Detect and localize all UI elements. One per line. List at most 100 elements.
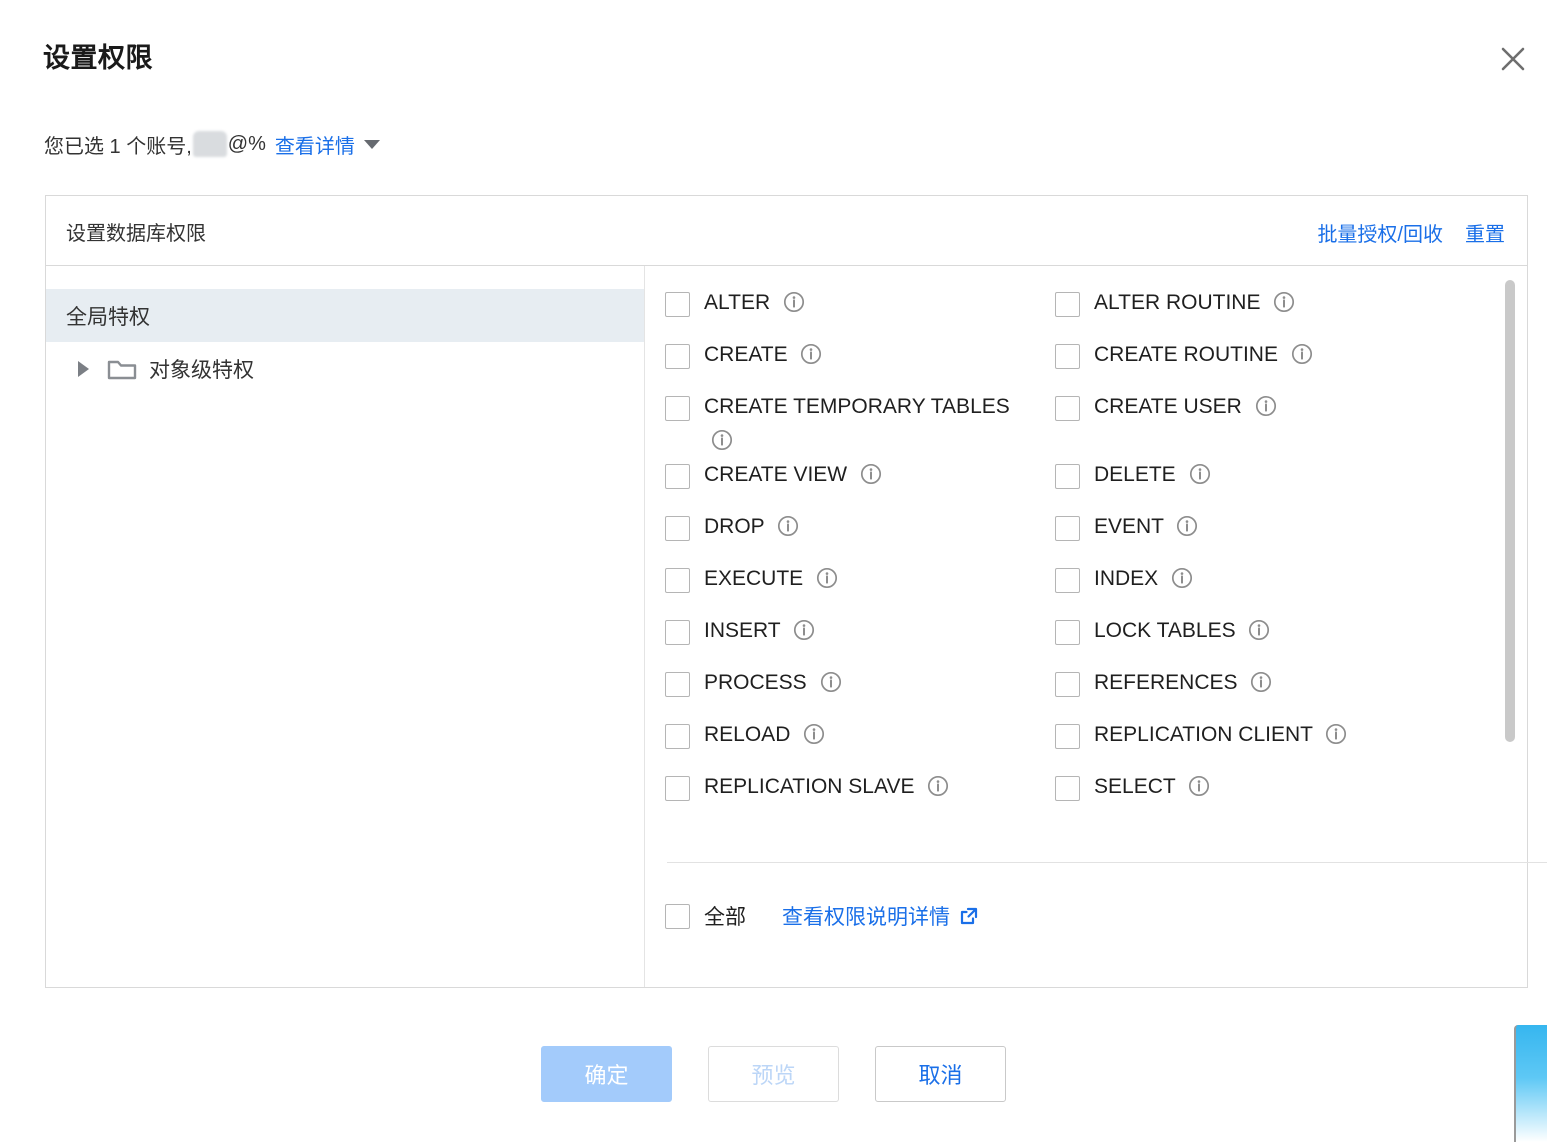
privilege-checkbox[interactable] bbox=[665, 724, 690, 749]
privilege-item[interactable]: EVENT bbox=[1055, 510, 1527, 562]
info-icon bbox=[860, 463, 882, 485]
panel-header: 设置数据库权限 批量授权/回收 重置 bbox=[46, 196, 1527, 266]
privilege-checkbox[interactable] bbox=[1055, 516, 1080, 541]
batch-grant-revoke-link[interactable]: 批量授权/回收 bbox=[1317, 218, 1443, 247]
info-icon bbox=[794, 619, 815, 641]
info-icon bbox=[1177, 515, 1198, 537]
privilege-checkbox[interactable] bbox=[1055, 292, 1080, 317]
privilege-label: PROCESS bbox=[704, 666, 842, 700]
privilege-checkbox[interactable] bbox=[1055, 396, 1080, 421]
privilege-checkbox[interactable] bbox=[665, 464, 690, 489]
privilege-label: EXECUTE bbox=[704, 562, 838, 596]
chevron-right-icon[interactable] bbox=[78, 360, 89, 377]
info-icon bbox=[711, 429, 733, 451]
privilege-checkbox[interactable] bbox=[665, 620, 690, 645]
privilege-checkbox[interactable] bbox=[665, 292, 690, 317]
privilege-item[interactable]: REPLICATION CLIENT bbox=[1055, 718, 1527, 770]
privilege-checkbox[interactable] bbox=[1055, 672, 1080, 697]
set-permissions-dialog: 设置权限 您已选 1 个账号, @% 查看详情 设置数据库权限 批量授权/回收 … bbox=[0, 0, 1547, 1142]
privilege-checkbox[interactable] bbox=[665, 776, 690, 801]
privilege-tree: 全局特权 对象级特权 bbox=[46, 266, 645, 987]
selected-account-summary: 您已选 1 个账号, @% 查看详情 bbox=[44, 128, 380, 160]
privilege-item[interactable]: CREATE VIEW bbox=[665, 458, 1055, 510]
privilege-grid: ALTER ALTER ROUTINE CREATE CREATE ROUTIN… bbox=[645, 286, 1527, 822]
privilege-label: DROP bbox=[704, 510, 799, 544]
info-icon bbox=[1189, 463, 1210, 485]
privilege-item[interactable]: ALTER ROUTINE bbox=[1055, 286, 1527, 338]
privilege-item[interactable]: CREATE USER bbox=[1055, 390, 1527, 458]
view-details-link[interactable]: 查看详情 bbox=[275, 130, 355, 159]
privilege-checkbox[interactable] bbox=[1055, 776, 1080, 801]
privilege-item[interactable]: CREATE ROUTINE bbox=[1055, 338, 1527, 390]
close-icon[interactable] bbox=[1496, 42, 1530, 76]
privilege-scroll-area[interactable]: ALTER ALTER ROUTINE CREATE CREATE ROUTIN… bbox=[645, 266, 1527, 838]
info-icon bbox=[1255, 395, 1276, 417]
info-icon bbox=[1251, 671, 1272, 693]
privilege-checkbox[interactable] bbox=[1055, 464, 1080, 489]
privilege-item[interactable]: INDEX bbox=[1055, 562, 1527, 614]
privilege-item[interactable]: ALTER bbox=[665, 286, 1055, 338]
privilege-item[interactable]: PROCESS bbox=[665, 666, 1055, 718]
info-icon bbox=[820, 671, 841, 693]
privilege-item[interactable]: REFERENCES bbox=[1055, 666, 1527, 718]
privilege-label: CREATE TEMPORARY TABLES bbox=[704, 390, 1034, 458]
select-all-checkbox[interactable] bbox=[665, 903, 690, 929]
chevron-down-icon[interactable] bbox=[363, 139, 380, 149]
privilege-list-scrollbar[interactable] bbox=[1505, 280, 1515, 840]
privilege-item[interactable]: CREATE bbox=[665, 338, 1055, 390]
privilege-checkbox[interactable] bbox=[665, 516, 690, 541]
privilege-checkbox[interactable] bbox=[665, 344, 690, 369]
info-icon bbox=[778, 515, 799, 537]
edge-floating-widget[interactable] bbox=[1514, 1025, 1547, 1142]
privilege-item[interactable]: DELETE bbox=[1055, 458, 1527, 510]
scrollbar-thumb[interactable] bbox=[1505, 280, 1515, 742]
info-icon bbox=[1189, 775, 1210, 797]
privilege-label: CREATE ROUTINE bbox=[1094, 338, 1313, 372]
privilege-item[interactable]: RELOAD bbox=[665, 718, 1055, 770]
info-icon bbox=[1274, 291, 1295, 313]
privilege-item[interactable]: LOCK TABLES bbox=[1055, 614, 1527, 666]
panel-body: 全局特权 对象级特权 ALTER ALTER ROUTINE CREATE CR… bbox=[46, 266, 1547, 987]
info-icon bbox=[928, 775, 949, 797]
privilege-item[interactable]: EXECUTE bbox=[665, 562, 1055, 614]
info-icon bbox=[1291, 343, 1312, 365]
privilege-checkbox[interactable] bbox=[1055, 568, 1080, 593]
confirm-button[interactable]: 确定 bbox=[541, 1046, 672, 1102]
external-link-icon bbox=[960, 907, 978, 925]
sidebar-item-object-privileges[interactable]: 对象级特权 bbox=[46, 342, 644, 395]
cancel-button[interactable]: 取消 bbox=[875, 1046, 1006, 1102]
privilege-label: LOCK TABLES bbox=[1094, 614, 1270, 648]
privilege-item[interactable]: DROP bbox=[665, 510, 1055, 562]
privilege-checkbox[interactable] bbox=[665, 568, 690, 593]
privilege-checkbox[interactable] bbox=[1055, 724, 1080, 749]
privilege-checkbox[interactable] bbox=[1055, 620, 1080, 645]
button-label: 取消 bbox=[918, 1063, 963, 1088]
privilege-checkbox[interactable] bbox=[665, 672, 690, 697]
info-icon bbox=[1326, 723, 1347, 745]
preview-button[interactable]: 预览 bbox=[708, 1046, 839, 1102]
privilege-item[interactable]: CREATE TEMPORARY TABLES bbox=[665, 390, 1055, 458]
account-host-suffix: @% bbox=[227, 132, 266, 155]
reset-link[interactable]: 重置 bbox=[1465, 218, 1505, 247]
panel-header-actions: 批量授权/回收 重置 bbox=[1317, 218, 1505, 247]
privilege-item[interactable]: REPLICATION SLAVE bbox=[665, 770, 1055, 822]
privilege-label: REPLICATION CLIENT bbox=[1094, 718, 1347, 752]
privilege-doc-link-label: 查看权限说明详情 bbox=[782, 906, 950, 929]
page-title: 设置权限 bbox=[43, 43, 153, 73]
sidebar-item-global-privileges[interactable]: 全局特权 bbox=[46, 289, 644, 342]
privilege-label: EVENT bbox=[1094, 510, 1198, 544]
privilege-item[interactable]: INSERT bbox=[665, 614, 1055, 666]
privilege-item[interactable]: SELECT bbox=[1055, 770, 1527, 822]
privilege-label: ALTER ROUTINE bbox=[1094, 286, 1295, 320]
privilege-label: REPLICATION SLAVE bbox=[704, 770, 949, 804]
privilege-checkbox[interactable] bbox=[1055, 344, 1080, 369]
button-label: 确定 bbox=[584, 1063, 629, 1088]
privilege-checkbox[interactable] bbox=[665, 396, 690, 421]
info-icon bbox=[804, 723, 825, 745]
privilege-label: ALTER bbox=[704, 286, 805, 320]
privilege-label: RELOAD bbox=[704, 718, 825, 752]
privilege-label: REFERENCES bbox=[1094, 666, 1272, 700]
privilege-doc-link[interactable]: 查看权限说明详情 bbox=[782, 901, 979, 931]
dialog-footer: 确定 预览 取消 bbox=[0, 1046, 1547, 1102]
privilege-label: CREATE bbox=[704, 338, 822, 372]
